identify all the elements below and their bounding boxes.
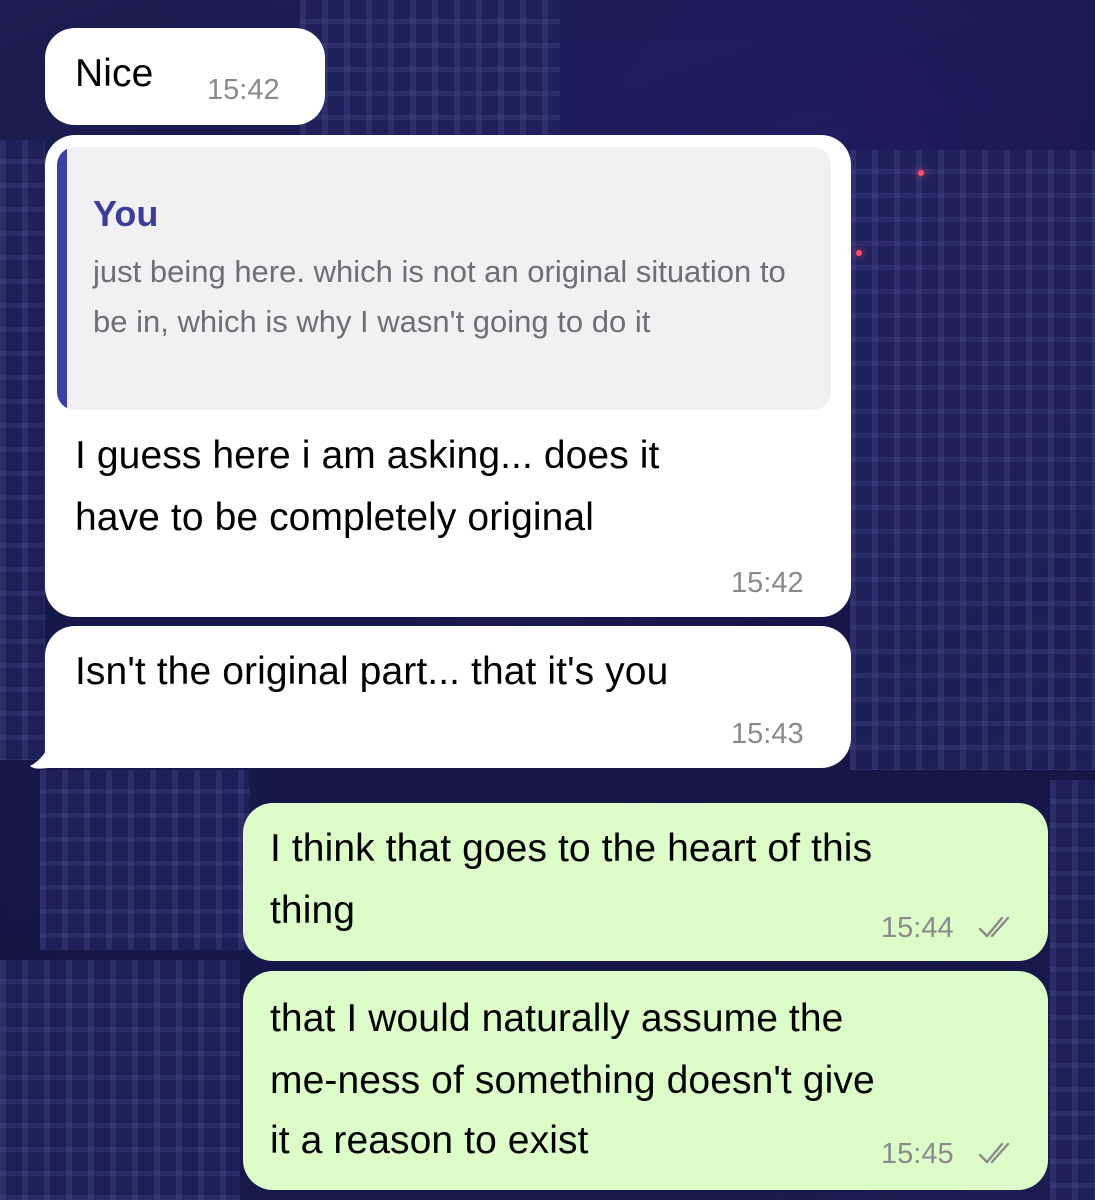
quoted-reply[interactable]: You just being here. which is not an ori… [57, 147, 831, 410]
message-bubble-incoming[interactable]: Isn't the original part... that it's you… [45, 626, 851, 768]
message-text-line-2: have to be completely original [75, 496, 594, 539]
message-bubble-outgoing[interactable]: that I would naturally assume the me-nes… [243, 971, 1048, 1190]
message-bubble-outgoing[interactable]: I think that goes to the heart of this t… [243, 803, 1048, 961]
quote-accent-bar [57, 147, 67, 410]
message-text: Nice [75, 52, 154, 95]
message-text-line-1: that I would naturally assume the [270, 997, 844, 1040]
message-text-line-3: it a reason to exist [270, 1119, 589, 1162]
double-check-icon [978, 1142, 1010, 1164]
message-text-line-2: thing [270, 889, 356, 932]
quote-author: You [93, 193, 159, 234]
message-text-line-1: I think that goes to the heart of this [270, 827, 873, 870]
message-text-line-2: me-ness of something doesn't give [270, 1059, 875, 1102]
message-text-line-1: I guess here i am asking... does it [75, 434, 660, 477]
message-timestamp: 15:42 [207, 74, 280, 106]
message-bubble-incoming-reply[interactable]: You just being here. which is not an ori… [45, 135, 851, 617]
message-timestamp: 15:42 [731, 567, 804, 599]
double-check-icon [978, 916, 1010, 938]
message-timestamp: 15:43 [731, 718, 804, 750]
quote-text: just being here. which is not an origina… [93, 254, 786, 339]
message-text: Isn't the original part... that it's you [75, 650, 669, 693]
message-bubble-incoming[interactable]: Nice 15:42 [45, 28, 325, 125]
message-timestamp: 15:45 [881, 1138, 954, 1170]
message-timestamp: 15:44 [881, 912, 954, 944]
